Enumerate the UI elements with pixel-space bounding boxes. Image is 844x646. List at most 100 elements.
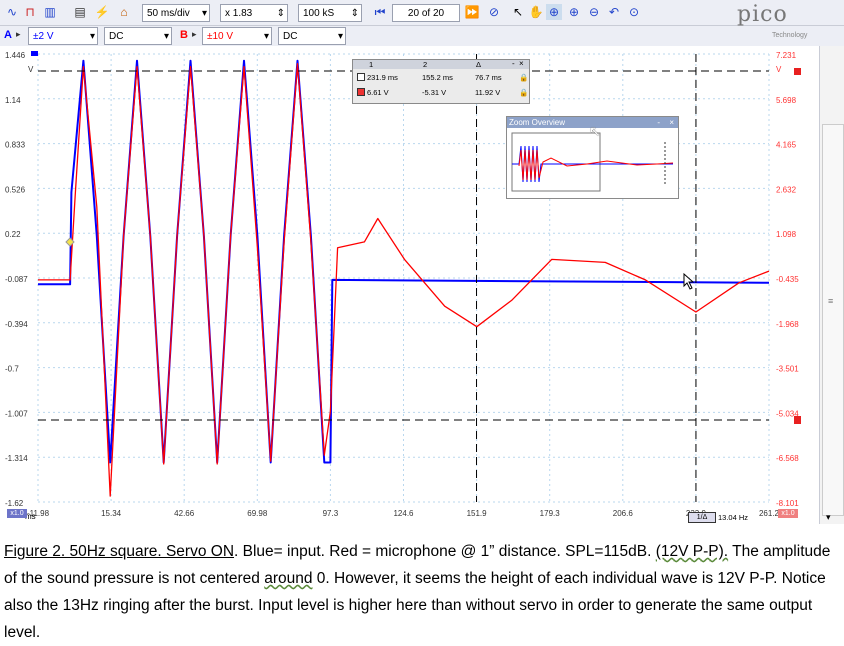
left-tick-label: -1.314	[5, 454, 28, 463]
zoom-out-icon[interactable]: ⊖	[586, 4, 602, 20]
ruler-legend-header	[353, 60, 529, 69]
x-zoom-badge[interactable]: x1.0	[7, 509, 27, 518]
timebase-value: 50 ms/div	[147, 8, 190, 19]
spectrum-mode-icon[interactable]: ▥	[42, 4, 58, 20]
scope-mode-icon[interactable]: ∿	[4, 4, 20, 20]
cursor-icon: ↖	[589, 123, 601, 139]
lock-icon[interactable]: 🔒	[519, 73, 528, 82]
ruler-a-time1: 231.9 ms	[367, 73, 398, 82]
channel-a-coupling-select[interactable]: DC ▾	[104, 27, 172, 45]
samples-field[interactable]: 100 kS ⇕	[298, 4, 362, 22]
chevron-down-icon: ▾	[89, 31, 95, 42]
pointer-icon[interactable]: ↖	[510, 4, 526, 20]
bottom-tick-label: 97.3	[323, 509, 339, 518]
ruler-legend[interactable]: 1 2 Δ - × 231.9 ms 155.2 ms 76.7 ms 🔒 6.…	[352, 59, 530, 104]
left-axis: 1.446 1.14 0.833 0.526 0.22 -0.087 -0.394 -0.7 -…	[5, 51, 34, 508]
x-zoom-badge-right[interactable]: x1.0	[778, 509, 798, 518]
bottom-tick-label: 42.66	[174, 509, 195, 518]
hand-icon[interactable]: ✋	[528, 4, 544, 20]
channel-a-coupling: DC	[109, 31, 124, 42]
close-icon[interactable]: ×	[519, 59, 524, 68]
bottom-axis: -11.98 15.34 42.66 69.98 97.3 124.6 151.9 179.3…	[27, 509, 780, 518]
right-tick-label: -3.501	[776, 365, 799, 374]
left-tick-label: -1.007	[5, 409, 28, 418]
zoom-overview-window[interactable]: Zoom Overview - × ↖	[506, 116, 679, 199]
ruler-b-delta: 11.92 V	[475, 88, 501, 97]
left-tick-label: 0.526	[5, 185, 26, 194]
scrollbar-thumb[interactable]	[822, 124, 844, 516]
zoom-to-fit-icon[interactable]: ⊙	[626, 4, 642, 20]
channel-a-range: ±2 V	[33, 31, 54, 42]
minimize-icon[interactable]: -	[512, 59, 515, 68]
spinner-icon: ⇕	[350, 8, 359, 19]
x-zoom-badge-label: x1.0	[10, 510, 24, 517]
freq-readout: 13.04 Hz	[718, 513, 749, 522]
first-capture-icon[interactable]: ⏮	[372, 4, 388, 20]
right-axis: 7.231 5.698 4.165 2.632 1.098 -0.435 -1.968 -3.…	[776, 51, 799, 508]
chevron-down-icon: ▾	[263, 31, 269, 42]
timebase-select[interactable]: 50 ms/div ▾	[142, 4, 210, 22]
right-tick-label: 4.165	[776, 141, 797, 150]
navigate-icon[interactable]: ⊘	[486, 4, 502, 20]
right-tick-label: 1.098	[776, 230, 797, 239]
left-tick-label: -0.394	[5, 320, 28, 329]
channel-toolbar: A ▸ ±2 V ▾ DC ▾ B ▸ ±10 V ▾ DC ▾ Technology	[0, 26, 844, 47]
ruler-handle-icon	[794, 416, 801, 424]
home-icon[interactable]: ⌂	[116, 4, 132, 20]
samples-value: 100 kS	[303, 8, 335, 19]
x-zoom-badge-right-label: x1.0	[781, 510, 795, 517]
mouse-cursor-icon	[683, 272, 695, 290]
close-icon[interactable]: ×	[669, 117, 674, 128]
spinner-icon: ⇕	[276, 8, 285, 19]
right-tick-label: -0.435	[776, 275, 799, 284]
zoom-field[interactable]: x 1.83 ⇕	[220, 4, 288, 22]
vertical-scrollbar[interactable]: ≡ ▾	[819, 46, 844, 524]
ruler-b-value1: 6.61 V	[367, 88, 389, 97]
ruler-col-1: 1	[369, 60, 374, 69]
channel-b-label: B	[180, 29, 188, 41]
zoom-in-icon[interactable]: ⊕	[566, 4, 582, 20]
caption-part-5: around	[264, 570, 313, 587]
freq-mode-button[interactable]: 1/Δ	[688, 512, 716, 523]
channel-a-range-select[interactable]: ±2 V ▾	[28, 27, 98, 45]
scope-view[interactable]: 1.446 1.14 0.833 0.526 0.22 -0.087 -0.394 -0.7 -…	[0, 46, 819, 524]
brand-logo: pico	[737, 2, 788, 27]
ruler-col-2: 2	[423, 60, 428, 69]
channel-options-icon[interactable]: ▤	[72, 4, 88, 20]
bottom-tick-label: 261.2	[759, 509, 780, 518]
capture-index-field[interactable]: 20 of 20	[392, 4, 460, 22]
right-tick-label: -1.968	[776, 320, 799, 329]
zoom-select-icon[interactable]: ⊕	[546, 4, 562, 20]
channel-b-range: ±10 V	[207, 31, 234, 42]
persistence-mode-icon[interactable]: ⊓	[22, 4, 38, 20]
waveform-plot[interactable]: 1.446 1.14 0.833 0.526 0.22 -0.087 -0.394 -0.7 -…	[0, 46, 819, 524]
left-tick-label: -0.087	[5, 275, 28, 284]
lock-icon[interactable]: 🔒	[519, 88, 528, 97]
undo-zoom-icon[interactable]: ↶	[606, 4, 622, 20]
next-capture-icon[interactable]: ⏩	[464, 4, 480, 20]
bottom-tick-label: 206.6	[613, 509, 634, 518]
figure-caption: Figure 2. 50Hz square. Servo ON. Blue= i…	[4, 538, 840, 646]
channel-b-range-select[interactable]: ±10 V ▾	[202, 27, 272, 45]
grip-icon: ≡	[828, 296, 834, 306]
trigger-icon[interactable]: ⚡	[94, 4, 110, 20]
ruler-a-delta: 76.7 ms	[475, 73, 502, 82]
chevron-down-icon[interactable]: ▾	[826, 512, 831, 523]
ruler-col-delta: Δ	[476, 60, 482, 69]
probe-icon[interactable]: ▸	[16, 29, 21, 40]
probe-icon[interactable]: ▸	[192, 29, 197, 40]
main-toolbar: ∿ ⊓ ▥ ▤ ⚡ ⌂ 50 ms/div ▾ x 1.83 ⇕ 100 kS ⇕ ⏮…	[0, 0, 844, 27]
channel-b-coupling: DC	[283, 31, 298, 42]
right-tick-label: 2.632	[776, 185, 797, 194]
bottom-tick-label: 124.6	[393, 509, 414, 518]
freq-mode-label: 1/Δ	[696, 514, 708, 521]
left-tick-label: 0.833	[5, 141, 26, 150]
minimize-icon[interactable]: -	[657, 117, 660, 128]
right-tick-label: -8.101	[776, 499, 799, 508]
right-unit-label: V	[776, 65, 782, 74]
channel-a-axis-marker	[31, 51, 38, 56]
channel-b-coupling-select[interactable]: DC ▾	[278, 27, 346, 45]
chevron-down-icon: ▾	[201, 8, 207, 19]
ruler-handle-icon	[794, 68, 801, 75]
right-tick-label: -6.568	[776, 454, 799, 463]
